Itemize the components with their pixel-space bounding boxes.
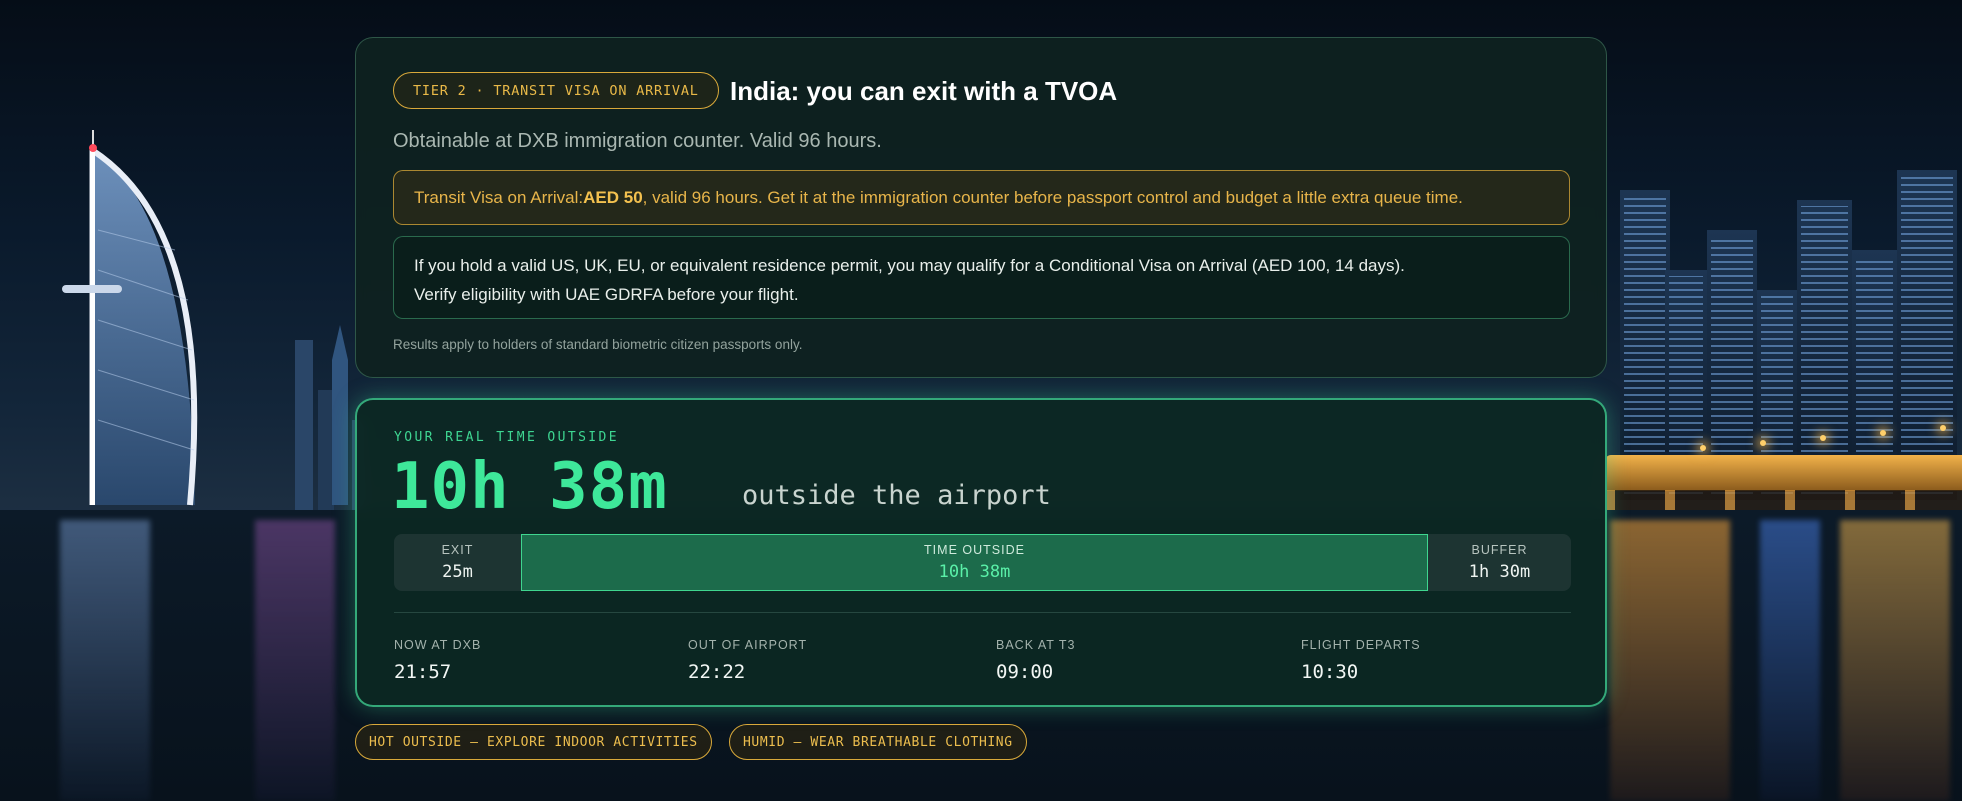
street-lamp <box>1820 435 1826 441</box>
tier-title: India: you can exit with a TVOA <box>730 76 1118 106</box>
stat-value: 09:00 <box>996 661 1054 683</box>
visa-tier-card: TIER 2 · TRANSIT VISA ON ARRIVAL India: … <box>355 37 1607 378</box>
street-lamp <box>1760 440 1766 446</box>
timeline-exit-segment: EXIT 25m <box>394 534 521 591</box>
segment-value: 1h 30m <box>1468 562 1531 582</box>
water-reflection <box>255 520 335 801</box>
visa-notice-suffix: , valid 96 hours. Get it at the immigrat… <box>642 187 1463 207</box>
visa-notice-prefix: Transit Visa on Arrival: <box>414 187 584 207</box>
street-lamp <box>1700 445 1706 451</box>
stat-now-at-dxb: NOW AT DXB 21:57 <box>394 638 481 683</box>
skyscraper <box>1897 170 1957 500</box>
stat-label: NOW AT DXB <box>394 638 482 652</box>
visa-fee: AED 50 <box>583 187 643 207</box>
time-outside-card: YOUR REAL TIME OUTSIDE 10h 38m outside t… <box>355 398 1607 707</box>
stat-flight-departs: FLIGHT DEPARTS 10:30 <box>1301 638 1421 683</box>
stat-value: 22:22 <box>688 661 746 683</box>
water-reflection <box>1760 520 1820 801</box>
segment-value: 25m <box>442 562 473 582</box>
weather-chip-humid: HUMID – WEAR BREATHABLE CLOTHING <box>729 724 1027 760</box>
time-outside-label: YOUR REAL TIME OUTSIDE <box>394 430 619 445</box>
stat-label: FLIGHT DEPARTS <box>1301 638 1421 652</box>
stat-back-at-t3: BACK AT T3 09:00 <box>996 638 1075 683</box>
time-outside-value: 10h 38m <box>391 450 668 524</box>
burj-al-arab-silhouette <box>62 130 364 510</box>
stat-label: OUT OF AIRPORT <box>688 638 808 652</box>
skyscraper <box>1620 190 1670 500</box>
timeline-bar: EXIT 25m TIME OUTSIDE 10h 38m BUFFER 1h … <box>394 534 1571 591</box>
stat-value: 21:57 <box>394 661 452 683</box>
stat-label: BACK AT T3 <box>996 638 1076 652</box>
visa-fee-notice: Transit Visa on Arrival: AED 50 , valid … <box>393 170 1570 225</box>
residence-notice-line: If you hold a valid US, UK, EU, or equiv… <box>414 256 1405 275</box>
divider <box>394 612 1571 613</box>
stat-value: 10:30 <box>1301 661 1359 683</box>
segment-label: TIME OUTSIDE <box>924 543 1025 557</box>
water-reflection <box>1610 520 1730 801</box>
tier-subtitle: Obtainable at DXB immigration counter. V… <box>393 130 882 152</box>
segment-label: EXIT <box>441 543 474 557</box>
segment-value: 10h 38m <box>938 562 1011 582</box>
street-lamp <box>1940 425 1946 431</box>
timeline-outside-segment: TIME OUTSIDE 10h 38m <box>521 534 1428 591</box>
timeline-buffer-segment: BUFFER 1h 30m <box>1428 534 1571 591</box>
residence-notice-line: Verify eligibility with UAE GDRFA before… <box>414 285 799 304</box>
street-lamp <box>1880 430 1886 436</box>
time-outside-suffix: outside the airport <box>742 480 1051 511</box>
stat-out-of-airport: OUT OF AIRPORT 22:22 <box>688 638 807 683</box>
weather-chip-hot: HOT OUTSIDE – EXPLORE INDOOR ACTIVITIES <box>355 724 712 760</box>
tier-badge: TIER 2 · TRANSIT VISA ON ARRIVAL <box>393 72 719 109</box>
water-reflection <box>60 520 150 801</box>
segment-label: BUFFER <box>1471 543 1528 557</box>
water-reflection <box>1840 520 1950 801</box>
passport-footnote: Results apply to holders of standard bio… <box>393 337 803 352</box>
lit-bridge <box>1605 455 1962 491</box>
residence-permit-notice: If you hold a valid US, UK, EU, or equiv… <box>393 236 1570 319</box>
